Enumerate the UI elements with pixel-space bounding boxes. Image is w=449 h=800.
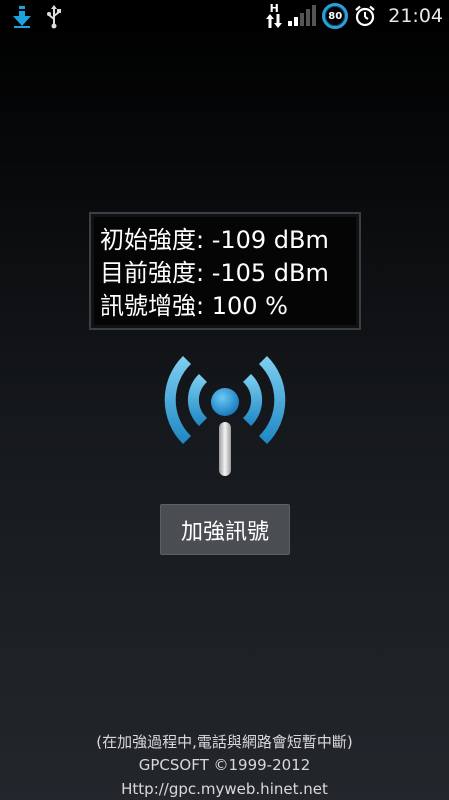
usb-icon [47,5,61,29]
signal-icon [288,5,317,26]
initial-strength-text: 初始強度: -109 dBm [100,226,329,254]
network-type-label: H [269,2,279,15]
battery-icon: 80 [322,3,349,29]
signal-boost-text: 訊號增強: 100 % [100,292,288,320]
download-icon [13,6,31,28]
battery-level: 80 [328,10,343,22]
status-bar-notifications [12,5,62,29]
clock: 21:04 [388,5,443,27]
current-strength-text: 目前強度: -105 dBm [100,259,329,287]
status-bar-system: H 80 21:04 [266,3,443,29]
footer-copyright: GPCSOFT ©1999-2012 [138,756,311,774]
antenna-signal-icon [164,356,286,476]
signal-info-panel: 初始強度: -109 dBm 目前強度: -105 dBm 訊號增強: 100 … [89,212,361,330]
data-arrows-icon: H [266,2,283,29]
boost-signal-button[interactable]: 加強訊號 [160,504,290,555]
footer-url[interactable]: Http://gpc.myweb.hinet.net [0,780,449,798]
footer-note: (在加強過程中,電話與網路會短暫中斷) [96,733,353,751]
alarm-icon [355,5,375,27]
status-bar: H 80 21:04 [0,0,449,33]
